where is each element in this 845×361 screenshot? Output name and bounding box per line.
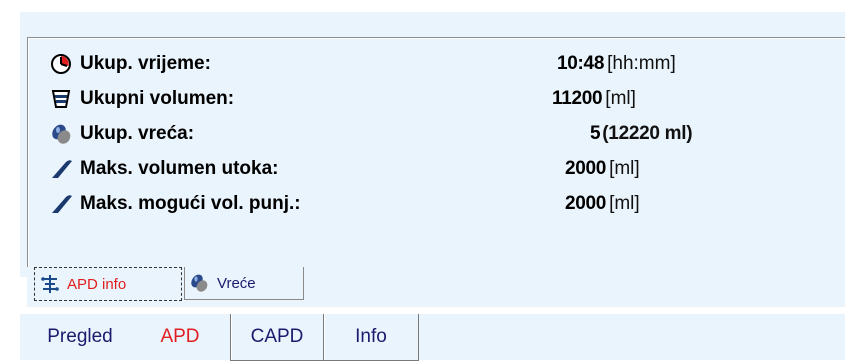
tab-label: APD [160, 326, 200, 347]
stat-label: Ukupni volumen: [80, 88, 235, 109]
stat-row-max-inflow: Maks. volumen utoka: [50, 154, 279, 184]
tab-vrece[interactable]: Vreće [184, 267, 304, 300]
stat-unit: [ml] [605, 88, 636, 109]
stat-value-total-time: 10:48 [hh:mm] [557, 49, 676, 79]
stat-row-total-bags: Ukup. vreća: [50, 119, 194, 149]
tab-apd-info[interactable]: APD info [34, 267, 182, 301]
stat-value-total-volume: 11200 [ml] [552, 84, 636, 114]
stat-row-total-volume: Ukupni volumen: [50, 84, 234, 114]
stat-unit: [ml] [609, 193, 640, 214]
stat-label: Ukup. vreća: [80, 123, 195, 144]
volume-cup-icon [50, 86, 80, 112]
tab-label: Pregled [47, 326, 113, 347]
tab-info[interactable]: Info [323, 314, 419, 361]
stat-label: Ukup. vrijeme: [80, 53, 211, 74]
tab-capd[interactable]: CAPD [230, 314, 324, 361]
stat-unit: [hh:mm] [607, 53, 676, 74]
stat-unit: [ml] [609, 158, 640, 179]
tab-label: APD info [67, 275, 127, 293]
stat-unit: (12220 ml) [602, 123, 693, 144]
stat-number: 5 [590, 123, 601, 144]
tab-label: CAPD [250, 326, 304, 347]
stat-number: 2000 [565, 193, 607, 214]
bags-icon [50, 121, 80, 147]
stat-number: 10:48 [557, 53, 605, 74]
stat-number: 2000 [565, 158, 607, 179]
inflow-tube-icon [50, 191, 80, 217]
stat-value-total-bags: 5 (12220 ml) [590, 119, 693, 149]
stat-number: 11200 [552, 88, 603, 109]
main-tab-bar: Pregled APD CAPD Info [20, 314, 845, 361]
stat-label: Maks. volumen utoka: [80, 158, 279, 179]
stat-row-max-fill: Maks. mogući vol. punj.: [50, 189, 301, 219]
tab-pregled[interactable]: Pregled [30, 314, 130, 360]
apd-tree-icon [39, 273, 63, 295]
tab-apd[interactable]: APD [132, 314, 228, 360]
tab-label: Info [355, 326, 387, 347]
stat-row-total-time: Ukup. vrijeme: [50, 49, 211, 79]
tab-label: Vreće [217, 274, 256, 292]
stat-value-max-fill: 2000 [ml] [565, 189, 640, 219]
stat-value-max-inflow: 2000 [ml] [565, 154, 640, 184]
clock-icon [50, 51, 80, 77]
sub-tab-bar: APD info Vreće [27, 267, 845, 307]
inflow-tube-icon [50, 156, 80, 182]
stat-label: Maks. mogući vol. punj.: [80, 193, 301, 214]
bags-icon [189, 272, 213, 294]
